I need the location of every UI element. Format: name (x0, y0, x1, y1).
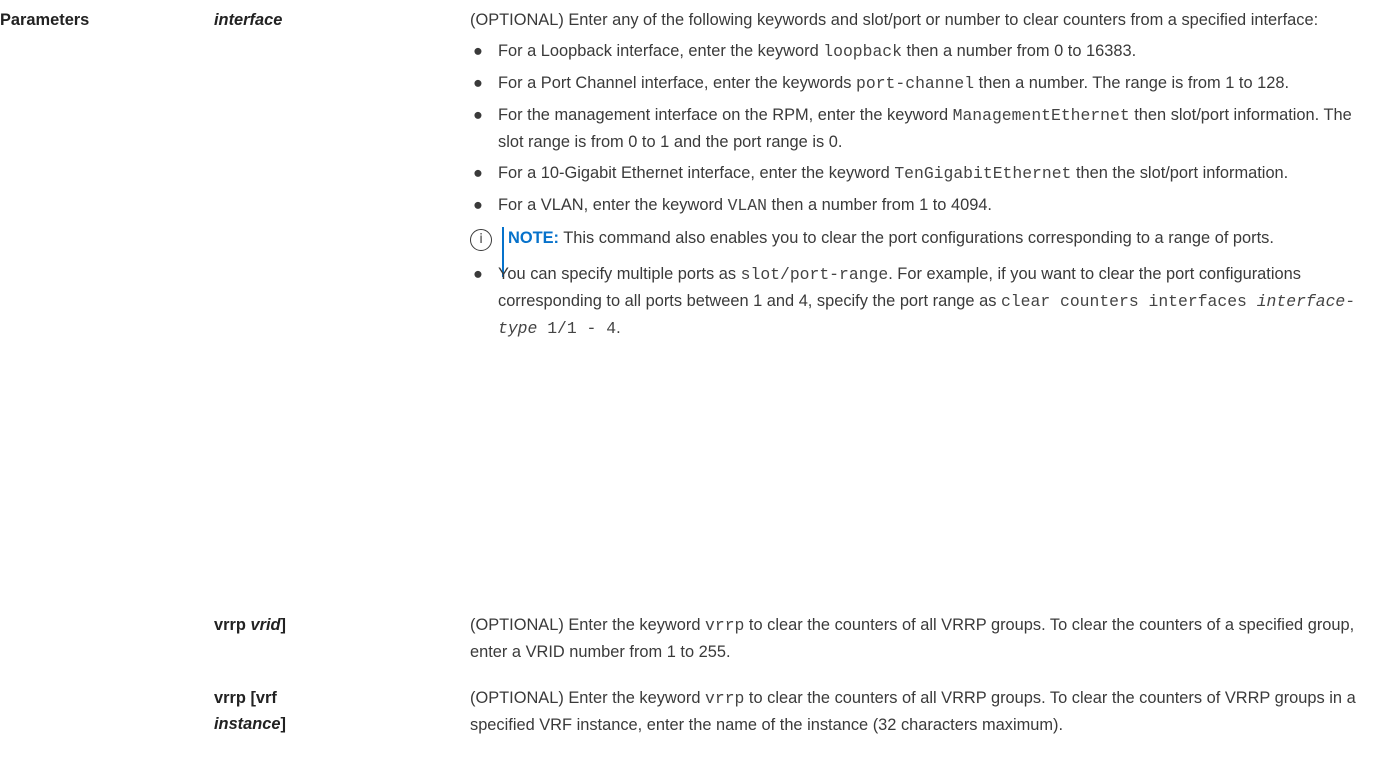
param-desc-vrrp-vrid: (OPTIONAL) Enter the keyword vrrp to cle… (470, 616, 1355, 661)
list-item: ● For a Port Channel interface, enter the… (470, 70, 1370, 97)
info-circle-icon: i (470, 229, 492, 251)
keyword-list: ● For a Loopback interface, enter the key… (470, 38, 1370, 219)
list-item: ● For the management interface on the RPM… (470, 102, 1370, 155)
note-label: NOTE: (508, 229, 559, 247)
param-term-italic: interface (214, 11, 283, 29)
bullet-dot-icon: ● (473, 74, 483, 92)
list-item: ● You can specify multiple ports as slot/… (470, 261, 1370, 342)
param-term-interface: interface (214, 7, 282, 33)
bullet-dot-icon: ● (473, 164, 483, 182)
param-term-vrrp-vrf: vrrp [vrf instance] (214, 689, 286, 733)
section-label: Parameters (0, 11, 90, 29)
param-desc-vrrp-vrf: (OPTIONAL) Enter the keyword vrrp to cle… (470, 689, 1356, 734)
list-item: ● For a 10-Gigabit Ethernet interface, en… (470, 160, 1370, 187)
list-item: ● For a Loopback interface, enter the key… (470, 38, 1370, 65)
note-callout: i NOTE: This command also enables you to… (470, 225, 1370, 277)
keyword-list-extra: ● You can specify multiple ports as slot/… (470, 261, 1370, 342)
bullet-dot-icon: ● (473, 106, 483, 124)
bullet-dot-icon: ● (473, 42, 483, 60)
bullet-dot-icon: ● (473, 196, 483, 214)
bullet-dot-icon: ● (473, 265, 483, 283)
param-desc-interface: (OPTIONAL) Enter any of the following ke… (470, 7, 1370, 342)
param-intro: (OPTIONAL) Enter any of the following ke… (470, 11, 1319, 29)
list-item: ● For a VLAN, enter the keyword VLAN then… (470, 192, 1370, 219)
param-term-vrrp-vrid: vrrp vrid] (214, 616, 286, 634)
note-text: This command also enables you to clear t… (559, 229, 1274, 247)
